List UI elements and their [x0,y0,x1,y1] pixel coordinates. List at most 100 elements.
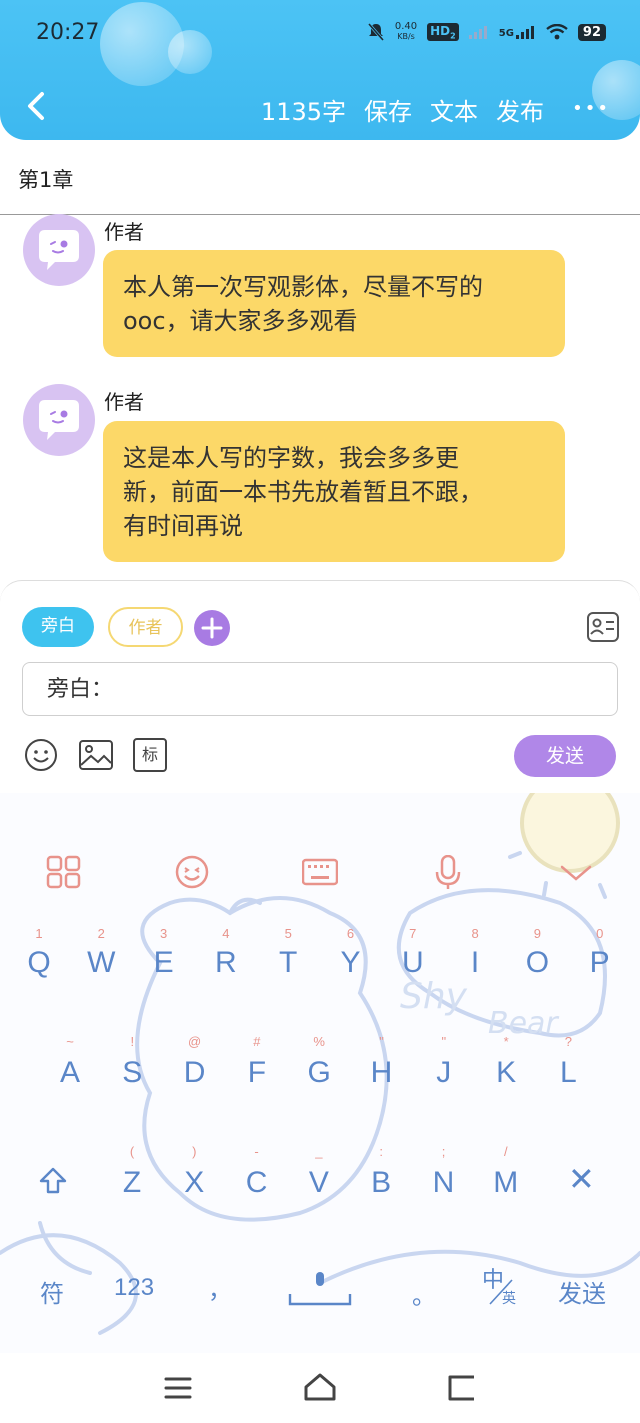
add-role-button[interactable] [194,610,230,646]
net-speed: 0.40 KB/s [395,22,417,42]
message-input[interactable]: 旁白： [22,662,618,716]
more-button[interactable]: ••• [572,98,610,119]
divider [0,214,640,215]
key-hint: " [441,1034,447,1049]
chat-bubble-icon [39,230,79,270]
key-j[interactable]: J [414,1056,474,1090]
key-h[interactable]: H [352,1056,412,1090]
key-hint: 9 [533,926,541,941]
key-d[interactable]: D [165,1056,225,1090]
signal-5g: 5G [499,25,536,39]
key-w[interactable]: W [71,946,131,980]
key-p[interactable]: P [570,946,630,980]
back-icon[interactable] [22,88,52,124]
message-line: 有时间再说 [123,512,243,540]
chapter-title[interactable]: 第1章 [18,164,73,194]
key-m[interactable]: M [476,1166,536,1200]
shift-icon[interactable] [38,1166,68,1196]
avatar[interactable] [23,214,95,286]
system-nav-bar [0,1353,640,1423]
key-c[interactable]: C [227,1166,287,1200]
key-z[interactable]: Z [102,1166,162,1200]
battery-badge: 92 [577,23,606,41]
hd-label: HD [430,23,451,38]
keyboard-send-key[interactable]: 发送 [558,1274,606,1309]
key-hint: 8 [471,926,479,941]
author-name: 作者 [104,390,144,414]
tag-button[interactable]: 标 [133,738,167,772]
key-q[interactable]: Q [9,946,69,980]
space-key[interactable] [288,1268,352,1308]
delete-key[interactable]: ✕ [568,1160,595,1198]
image-icon[interactable] [79,738,113,772]
key-e[interactable]: E [134,946,194,980]
keyboard-layout-icon[interactable] [302,855,338,889]
comma-key[interactable]: ， [208,1270,232,1305]
status-icons: 0.40 KB/s HD2 5G 92 [367,22,606,42]
emoji-keyboard-icon[interactable] [174,855,210,889]
key-hint: @ [187,1034,202,1049]
key-g[interactable]: G [289,1056,349,1090]
send-button[interactable]: 发送 [514,735,616,777]
text-button[interactable]: 文本 [430,92,478,127]
key-x[interactable]: X [164,1166,224,1200]
hd-badge: HD2 [427,22,459,42]
key-b[interactable]: B [351,1166,411,1200]
chat-bubble-icon [39,400,79,440]
key-a[interactable]: A [40,1056,100,1090]
key-v[interactable]: V [289,1166,349,1200]
menu-icon[interactable] [163,1375,193,1401]
microphone-icon[interactable] [430,855,466,889]
emoji-icon[interactable] [24,738,58,772]
key-t[interactable]: T [258,946,318,980]
decor-bubble [168,30,212,74]
publish-button[interactable]: 发布 [496,92,544,127]
message-bubble[interactable]: 这是本人写的字数，我会多多更 新，前面一本书先放着暂且不跟， 有时间再说 [103,421,565,562]
key-f[interactable]: F [227,1056,287,1090]
key-hint: % [313,1034,325,1049]
key-hint: ~ [66,1034,74,1049]
key-u[interactable]: U [383,946,443,980]
contact-card-icon[interactable] [586,610,620,644]
key-hint: 5 [284,926,292,941]
number-key[interactable]: 123 [114,1274,154,1302]
key-hint: 1 [35,926,43,941]
message-line: ooc，请大家多多观看 [123,307,358,335]
home-icon[interactable] [302,1371,338,1403]
collapse-keyboard-icon[interactable] [558,855,594,889]
role-narration-chip[interactable]: 旁白 [22,607,94,647]
symbol-key[interactable]: 符 [40,1274,64,1309]
slash-divider [489,1279,513,1305]
key-r[interactable]: R [196,946,256,980]
key-i[interactable]: I [445,946,505,980]
status-time: 20:27 [36,20,100,45]
key-y[interactable]: Y [321,946,381,980]
message-bubble[interactable]: 本人第一次写观影体，尽量不写的 ooc，请大家多多观看 [103,250,565,357]
key-hint: ! [130,1034,135,1049]
key-hint: 0 [596,926,604,941]
key-hint: * [503,1034,509,1049]
role-author-chip[interactable]: 作者 [108,607,183,647]
message-line: 这是本人写的字数，我会多多更 [123,444,459,472]
back-nav-icon[interactable] [446,1373,478,1403]
avatar[interactable] [23,384,95,456]
save-button[interactable]: 保存 [364,92,412,127]
doodle-text-shy: Shy [400,976,468,1017]
key-n[interactable]: N [414,1166,474,1200]
apps-grid-icon[interactable] [46,855,82,889]
signal-icon [515,26,534,39]
key-k[interactable]: K [476,1056,536,1090]
key-l[interactable]: L [538,1056,598,1090]
key-hint: # [253,1034,261,1049]
net-speed-value: 0.40 [394,21,418,32]
key-hint: 3 [159,926,168,941]
key-s[interactable]: S [102,1056,162,1090]
app-header: 20:27 0.40 KB/s HD2 5G 92 1135字 保存 文本 发布 … [0,0,640,140]
signal-weak-icon [468,26,487,39]
period-key[interactable]: 。 [412,1276,436,1311]
message-line: 本人第一次写观影体，尽量不写的 [123,273,483,301]
key-o[interactable]: O [507,946,567,980]
key-hint: ) [192,1144,197,1159]
language-switch-key[interactable]: 中 英 [482,1262,522,1314]
key-hint: - [254,1144,259,1159]
